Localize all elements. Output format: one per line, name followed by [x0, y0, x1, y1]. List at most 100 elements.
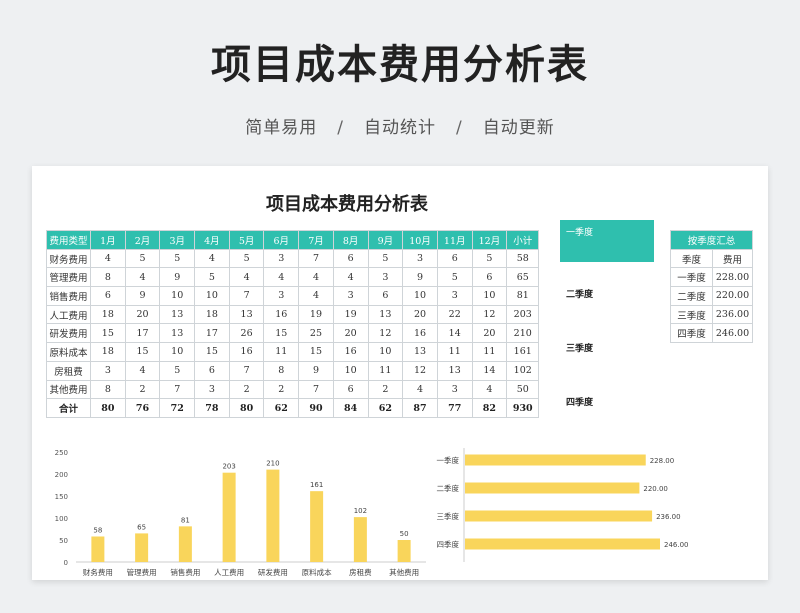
row-label: 人工费用 — [46, 304, 91, 325]
table-cell: 65 — [506, 267, 540, 288]
table-row: 财务费用 4 5 5 4 5 3 7 6 5 3 6 5 58 — [46, 248, 540, 269]
total-cell: 90 — [298, 398, 334, 418]
table-cell: 2 — [124, 379, 161, 400]
column-header: 1月 — [90, 230, 126, 250]
y-tick-label: 150 — [55, 493, 68, 501]
table-cell: 18 — [194, 304, 230, 325]
total-label: 合计 — [46, 398, 91, 418]
total-cell: 77 — [436, 398, 473, 418]
total-cell: 82 — [471, 398, 508, 418]
table-cell: 10 — [159, 342, 196, 362]
column-header: 8月 — [332, 230, 369, 250]
x-tick-label: 管理费用 — [127, 567, 157, 577]
column-header: 6月 — [263, 230, 300, 250]
bar — [91, 536, 105, 562]
table-cell: 19 — [332, 304, 369, 325]
table-cell: 7 — [228, 360, 265, 381]
bar — [178, 526, 192, 562]
quarter-option[interactable]: 二季度 — [560, 274, 654, 316]
table-cell: 58 — [506, 248, 540, 269]
y-tick-label: 100 — [55, 515, 68, 523]
table-cell: 13 — [402, 342, 438, 362]
table-cell: 8 — [90, 379, 126, 400]
table-cell: 4 — [228, 267, 265, 288]
bar — [397, 540, 411, 562]
summary-cost: 236.00 — [712, 304, 753, 325]
table-cell: 50 — [506, 379, 540, 400]
table-row: 原料成本 18 15 10 15 16 11 15 16 10 13 11 11 161 — [46, 342, 540, 362]
table-cell: 15 — [194, 342, 230, 362]
column-header: 7月 — [298, 230, 334, 250]
table-cell: 15 — [124, 342, 161, 362]
data-label: 50 — [400, 530, 409, 538]
table-cell: 4 — [194, 248, 230, 269]
table-cell: 13 — [159, 323, 196, 344]
quarter-option[interactable]: 三季度 — [560, 328, 654, 370]
table-cell: 12 — [402, 360, 438, 381]
bar — [310, 491, 324, 562]
table-cell: 10 — [159, 286, 196, 306]
table-cell: 11 — [471, 342, 508, 362]
quarter-summary-table: 按季度汇总 季度 费用 一季度 228.00 二季度 220.00 三季度 236.00 四… — [670, 230, 753, 344]
data-label: 228.00 — [650, 457, 675, 465]
table-header-row: 费用类型 1月 2月 3月 4月 5月 6月 7月 8月 9月 10月 11月 12月 小计 — [46, 230, 540, 250]
table-cell: 6 — [194, 360, 230, 381]
data-label: 81 — [181, 516, 190, 524]
table-cell: 13 — [367, 304, 404, 325]
quarter-horizontal-bar-chart: 一季度 228.00 二季度 220.00 三季度 236.00 四季度 246.00 — [437, 448, 688, 562]
table-cell: 4 — [90, 248, 126, 269]
table-cell: 16 — [263, 304, 300, 325]
bar — [135, 533, 149, 562]
data-label: 203 — [222, 463, 235, 471]
summary-quarter: 三季度 — [670, 304, 713, 325]
table-cell: 4 — [402, 379, 438, 400]
cost-by-type-bar-chart: 0 50 100 150 200 250 58 财务费用 65 管理费用 81 销售费用 203 人工费用… — [55, 449, 426, 577]
table-cell: 10 — [471, 286, 508, 306]
quarter-option[interactable]: 一季度 — [560, 220, 654, 262]
row-label: 财务费用 — [46, 248, 91, 269]
data-label: 58 — [93, 526, 102, 534]
table-cell: 4 — [124, 360, 161, 381]
y-tick-label: 200 — [55, 471, 68, 479]
table-cell: 5 — [436, 267, 473, 288]
table-cell: 12 — [471, 304, 508, 325]
summary-row: 三季度 236.00 — [670, 304, 753, 325]
table-cell: 9 — [298, 360, 334, 381]
table-cell: 20 — [332, 323, 369, 344]
table-cell: 4 — [124, 267, 161, 288]
y-tick-label: 50 — [59, 537, 68, 545]
column-header: 12月 — [471, 230, 508, 250]
sheet-title: 项目成本费用分析表 — [266, 194, 428, 215]
total-cell: 78 — [194, 398, 230, 418]
table-cell: 81 — [506, 286, 540, 306]
table-cell: 25 — [298, 323, 334, 344]
data-label: 65 — [137, 523, 146, 531]
table-cell: 10 — [194, 286, 230, 306]
summary-title: 按季度汇总 — [670, 230, 753, 250]
x-tick-label: 其他费用 — [389, 567, 419, 577]
column-header: 4月 — [194, 230, 230, 250]
table-cell: 7 — [298, 248, 334, 269]
tagline: 简单易用 / 自动统计 / 自动更新 — [0, 113, 800, 138]
table-cell: 8 — [90, 267, 126, 288]
summary-row: 四季度 246.00 — [670, 323, 753, 344]
quarter-option[interactable]: 四季度 — [560, 382, 654, 424]
table-cell: 203 — [506, 304, 540, 325]
table-cell: 210 — [506, 323, 540, 344]
table-cell: 3 — [194, 379, 230, 400]
x-tick-label: 销售费用 — [170, 567, 200, 577]
table-cell: 17 — [194, 323, 230, 344]
table-row: 管理费用 8 4 9 5 4 4 4 4 3 9 5 6 65 — [46, 267, 540, 288]
bar — [266, 469, 280, 562]
bar — [353, 517, 367, 562]
total-cell: 87 — [402, 398, 438, 418]
table-cell: 2 — [263, 379, 300, 400]
table-cell: 3 — [367, 267, 404, 288]
tag-separator: / — [456, 118, 463, 138]
total-cell: 62 — [367, 398, 404, 418]
table-cell: 102 — [506, 360, 540, 381]
cost-table: 费用类型 1月 2月 3月 4月 5月 6月 7月 8月 9月 10月 11月 12月 小计 财务费用 4 5… — [46, 230, 540, 418]
total-cell: 76 — [124, 398, 161, 418]
table-row: 人工费用 18 20 13 18 13 16 19 19 13 20 22 12 203 — [46, 304, 540, 325]
spreadsheet-preview: 项目成本费用分析表 费用类型 1月 2月 3月 4月 5月 6月 7月 8月 9月 10月 11月 12… — [32, 166, 768, 580]
